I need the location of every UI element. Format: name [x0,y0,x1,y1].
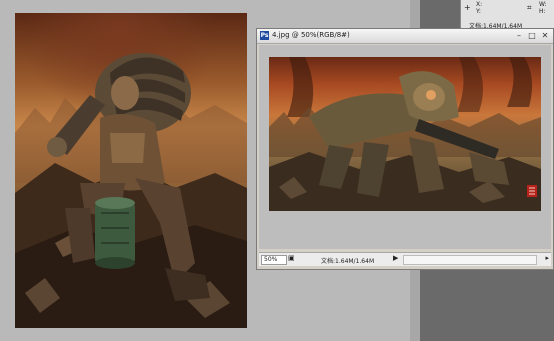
scroll-right-icon[interactable]: ▸ [545,254,549,262]
document-size-status: 文档:1.64M/1.64M [321,258,375,265]
minimize-button[interactable]: – [513,30,525,41]
artwork-mech-soldier [15,53,247,328]
crosshair-icon: + [464,3,471,12]
info-panel: + X: Y: ⌗ W: H: 文档:1.64M/1.64M [460,0,554,30]
close-button[interactable]: ✕ [539,30,551,41]
document-canvas[interactable] [269,57,541,211]
document-titlebar[interactable]: Ps 4.jpg @ 50%(RGB/8#) – □ ✕ [257,29,553,44]
zoom-level-field[interactable]: 50% [261,255,287,265]
info-x-label: X: [476,1,483,8]
page-icon[interactable]: ▣ [288,254,295,262]
info-y-label: Y: [476,8,481,15]
document-status-bar: 50% ▣ 文档:1.64M/1.64M ▶ ▸ [259,252,551,266]
photoshop-doc-icon: Ps [260,31,269,40]
info-h-label: H: [539,8,546,15]
document-window[interactable]: Ps 4.jpg @ 50%(RGB/8#) – □ ✕ 50% ▣ 文档:1.… [256,28,554,270]
horizontal-scrollbar[interactable] [403,255,537,265]
crop-size-icon: ⌗ [527,3,532,12]
info-w-label: W: [539,1,547,8]
artwork-mech-walker [269,57,541,211]
maximize-button[interactable]: □ [526,30,538,41]
document-workspace[interactable] [259,45,551,249]
status-menu-arrow-icon[interactable]: ▶ [393,254,398,262]
document-title: 4.jpg @ 50%(RGB/8#) [272,31,350,39]
back-document-canvas [15,13,247,328]
